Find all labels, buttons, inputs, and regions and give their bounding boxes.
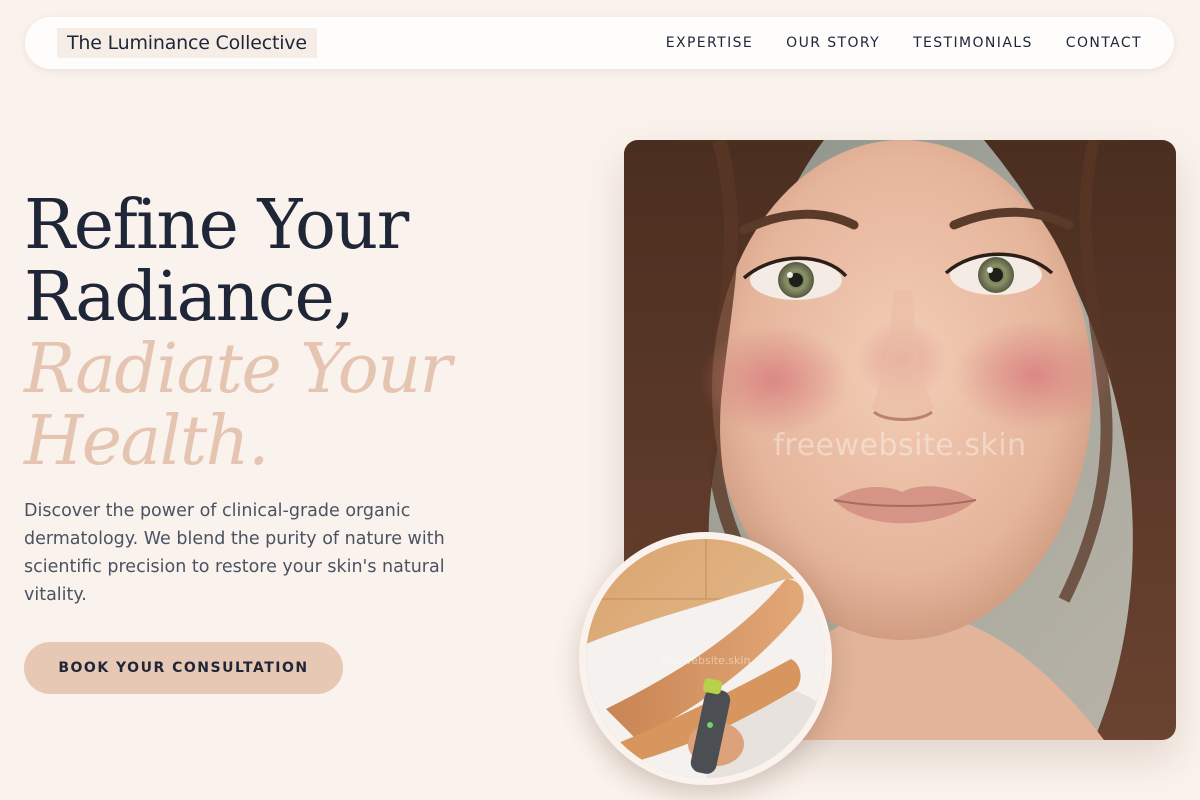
hero-title-accent-line2: Health. (24, 402, 270, 481)
nav-item-testimonials[interactable]: TESTIMONIALS (913, 35, 1033, 51)
nav-item-contact[interactable]: CONTACT (1066, 35, 1142, 51)
treatment-inset-frame: freewebsite.skin (586, 539, 825, 778)
hero-title: Refine Your Radiance, Radiate Your Healt… (24, 190, 584, 478)
inset-image-watermark: freewebsite.skin (660, 654, 751, 667)
site-header: The Luminance Collective EXPERTISE OUR S… (25, 17, 1174, 69)
hero-title-line1: Refine Your (24, 186, 409, 265)
treatment-inset-image: freewebsite.skin (579, 532, 832, 785)
hero-description: Discover the power of clinical-grade org… (24, 501, 445, 605)
main-nav: EXPERTISE OUR STORY TESTIMONIALS CONTACT (666, 35, 1142, 51)
main-image-watermark: freewebsite.skin (773, 428, 1027, 463)
nav-item-our-story[interactable]: OUR STORY (786, 35, 880, 51)
hero-title-accent-line1: Radiate Your (24, 330, 452, 409)
nav-item-expertise[interactable]: EXPERTISE (666, 35, 753, 51)
book-consultation-button[interactable]: BOOK YOUR CONSULTATION (24, 642, 343, 694)
hero-title-line2: Radiance, (24, 258, 355, 337)
brand-logo[interactable]: The Luminance Collective (57, 28, 317, 58)
